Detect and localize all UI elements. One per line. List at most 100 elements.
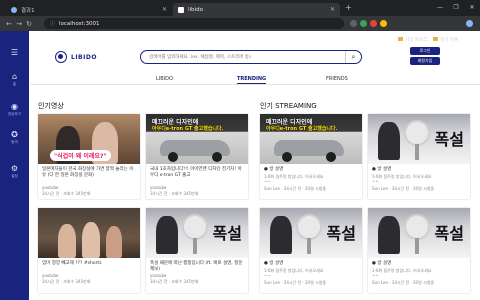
maximize-icon[interactable]: ❐ [448,0,464,16]
sidebar-item-settings[interactable]: ⚙ 설정 [0,164,29,179]
heater-shape [182,214,208,240]
thumbnail-caption: 아우디e-tron GT 출고했습니다. [152,126,224,132]
video-thumbnail: "식겁이 왜 이래요?" [38,114,140,164]
bookmark-other[interactable]: 기타 북마크 [398,36,427,43]
profile-avatar[interactable] [466,20,473,27]
car-wheel [326,152,336,162]
forward-icon[interactable]: → [14,20,24,28]
person-figure [270,216,292,254]
video-meta: 34시간 전 · 조회수 345만회 [150,191,199,196]
stream-thumbnail: 폭설 [368,208,470,258]
search-icon: ⌕ [351,52,356,61]
site-info-icon[interactable]: ⓘ [50,20,55,27]
stream-title[interactable]: ● 방 설명 [264,167,359,173]
car-wheel [168,152,178,162]
video-meta: 34시간 전 · 조회수 345만회 [42,191,91,196]
stream-card[interactable]: 매끄러운 디자인에 아우디e-tron GT 출고했습니다. ● 방 설명 1-… [260,114,362,199]
thumbnail-caption: 폭설 [434,224,464,243]
heater-stand [415,238,419,254]
heater-shape [296,214,322,240]
person-figure [82,222,100,258]
browser-tab-1[interactable]: 결과1 ✕ [6,3,172,16]
sidebar-item-home[interactable]: ⌂ 홈 [0,72,29,87]
close-window-icon[interactable]: ✕ [464,0,480,16]
folder-icon [398,36,403,41]
stream-card[interactable]: 폭설 ● 방 설명 1-6화 점주랑 방입니다. 어서오세요^^ Sun Lee… [260,208,362,293]
heater-shape [404,214,430,240]
sidebar-item-broadcast[interactable]: ◉ 방송하기 [0,102,29,117]
back-icon[interactable]: ← [4,20,14,28]
sidebar-item-label: 탐색 [11,140,18,144]
video-channel: youtube [150,185,167,190]
extension-icon[interactable] [350,20,357,27]
search-input[interactable] [149,52,345,62]
home-icon: ⌂ [11,72,18,81]
signup-button[interactable]: 회원가입 [410,57,440,65]
stream-desc: 1-6화 점주랑 방입니다. 어서오세요^^ [372,174,432,185]
video-title[interactable]: 국내 1호차입니다!!! 아이언맨 디자인 전기차! 아우디 e-tron GT… [150,167,245,178]
stream-desc: 1-6화 점주랑 방입니다. 어서오세요^^ [264,268,324,279]
login-button[interactable]: 로그인 [410,47,440,55]
extension-icon[interactable] [370,20,377,27]
section-title-streaming: 인기 STREAMING [260,102,317,110]
video-card[interactable]: "식겁이 왜 이래요?" 일본여자들이 한국 화장실에 가면 깜짝 놀라는 이유… [38,114,140,199]
heater-stand [415,144,419,160]
video-card[interactable]: 매끄러운 디자인에 아우디e-tron GT 출고했습니다. 국내 1호차입니다… [146,114,248,199]
video-meta: 34시간 전 · 조회수 345만회 [150,279,199,284]
browser-tab-1-label: 결과1 [21,7,35,14]
close-tab-icon[interactable]: ✕ [162,6,167,13]
video-meta: 34시간 전 · 조회수 345만회 [42,279,91,284]
address-bar[interactable]: ⓘ localhost:3001 [44,18,344,29]
stream-thumbnail: 폭설 [260,208,362,258]
thumbnail-caption: 폭설 [434,130,464,149]
stream-card[interactable]: 폭설 ● 방 설명 1-6화 점주랑 방입니다. 어서오세요^^ Sun Lee… [368,208,470,293]
new-tab-icon[interactable]: + [345,3,352,12]
sidebar: ☰ ⌂ 홈 ◉ 방송하기 ✪ 탐색 ⚙ 설정 [0,31,29,300]
minimize-icon[interactable]: — [432,0,448,16]
search-bar: ⌕ [140,50,362,64]
person-figure [106,226,122,258]
close-tab-icon[interactable]: ✕ [330,6,335,13]
tab-libido[interactable]: LIBIDO [156,76,173,82]
stream-title[interactable]: ● 방 설명 [372,261,467,267]
bookmarks-bar: 기타 북마크 읽기 목록 [398,32,458,47]
stream-title[interactable]: ● 방 설명 [264,261,359,267]
tab-trending[interactable]: TRENDING [237,76,267,84]
stream-desc: 1-6화 점주랑 방입니다. 어서오세요^^ [372,268,432,279]
sidebar-item-label: 설정 [11,174,18,178]
browser-tab-2-label: libido [188,6,203,13]
heater-stand [193,238,197,254]
heater-shape [404,120,430,146]
extension-icon[interactable] [360,20,367,27]
settings-icon: ⚙ [10,164,19,173]
video-title[interactable]: 일본여자들이 한국 화장실에 가면 깜짝 놀라는 이유 (다 한 일본 화장실 … [42,167,137,178]
video-title[interactable]: 폭설 때문에 떠난 캠핑입니다 (ft. 애로 설명, 질문 제보) [150,261,245,272]
car-wheel [282,152,292,162]
logo-text: LIBIDO [71,53,97,61]
video-card[interactable]: 엄마 청양 빼고해 ??? #shorts youtube 34시간 전 · 조… [38,208,140,293]
extension-icon[interactable] [380,20,387,27]
stream-desc: 1-6화 점주랑 방입니다. 어서오세요^^ [264,174,324,185]
reload-icon[interactable]: ↻ [24,20,34,28]
stream-meta: Sun Lee · 34시간 전 · 20명 시청중 [264,280,327,285]
stream-title[interactable]: ● 방 설명 [372,167,467,173]
tab-friends[interactable]: FRIENDS [326,76,348,82]
explore-icon: ✪ [11,130,18,139]
tab-favicon-icon [178,6,184,13]
video-thumbnail: 매끄러운 디자인에 아우디e-tron GT 출고했습니다. [146,114,248,164]
nav-tabs: LIBIDO TRENDING FRIENDS [30,73,480,85]
stream-thumbnail: 폭설 [368,114,470,164]
bookmark-reading-list[interactable]: 읽기 목록 [433,36,458,43]
browser-tab-2[interactable]: libido ✕ [173,3,340,16]
video-title[interactable]: 엄마 청양 빼고해 ??? #shorts [42,261,137,267]
search-button[interactable]: ⌕ [345,51,361,63]
person-figure [378,216,400,254]
sidebar-item-explore[interactable]: ✪ 탐색 [0,130,29,145]
site-logo[interactable]: LIBIDO [55,51,97,63]
thumbnail-caption: 폭설 [326,224,356,243]
sidebar-item-label: 홈 [12,82,17,86]
video-card[interactable]: 폭설 폭설 때문에 떠난 캠핑입니다 (ft. 애로 설명, 질문 제보) yo… [146,208,248,293]
sidebar-menu[interactable]: ☰ [0,48,29,57]
stream-card[interactable]: 폭설 ● 방 설명 1-6화 점주랑 방입니다. 어서오세요^^ Sun Lee… [368,114,470,199]
video-thumbnail: 폭설 [146,208,248,258]
